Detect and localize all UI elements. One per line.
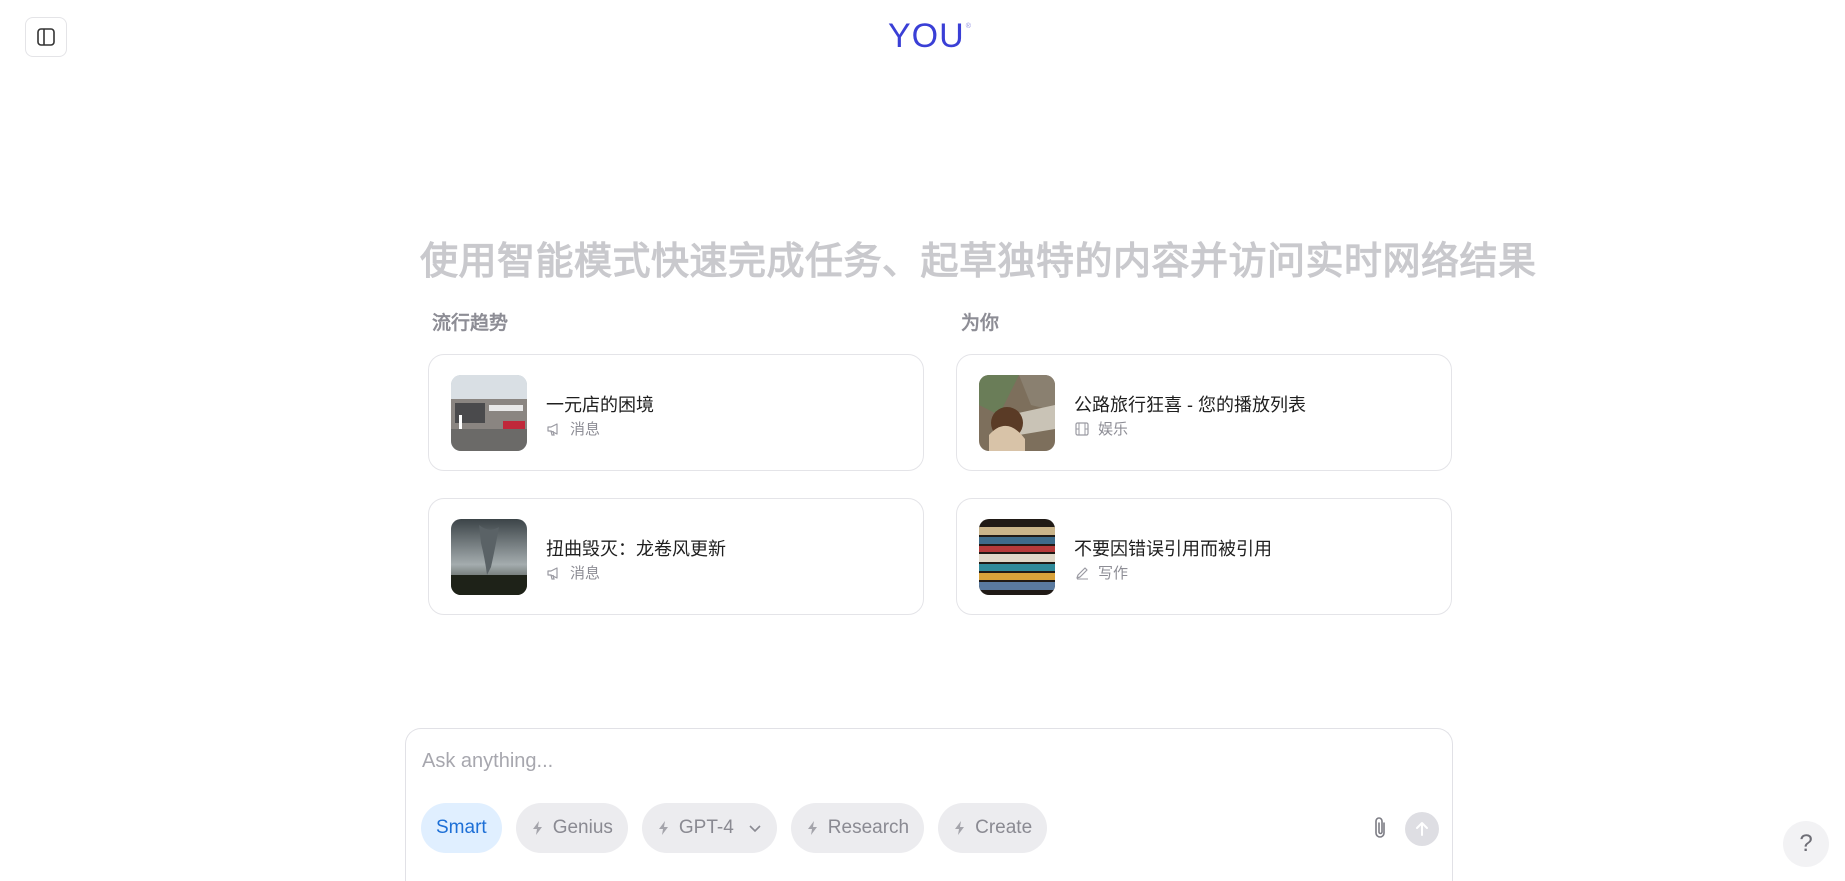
card-category: 消息 — [546, 562, 600, 583]
pencil-icon — [1076, 566, 1088, 579]
ask-input[interactable] — [420, 749, 1324, 774]
mode-label: Create — [975, 817, 1033, 838]
mode-smart-button[interactable]: Smart — [421, 803, 502, 853]
lightning-icon — [532, 821, 542, 835]
chat-composer: Smart Genius GPT-4 Research Create — [405, 728, 1453, 881]
for-you-section-label: 为你 — [961, 313, 1000, 334]
card-category-label: 消息 — [570, 565, 601, 582]
arrow-up-icon — [1416, 822, 1428, 836]
storefront-thumbnail — [451, 375, 527, 451]
mode-gpt4-button[interactable]: GPT-4 — [641, 803, 777, 853]
chevron-down-icon — [749, 825, 761, 833]
mode-create-button[interactable]: Create — [938, 803, 1048, 853]
sidebar-panel-icon — [37, 28, 55, 46]
lightning-icon — [807, 821, 817, 835]
you-logo[interactable]: YOU ® — [888, 17, 971, 55]
card-title: 一元店的困境 — [546, 395, 654, 415]
mode-label: Genius — [552, 817, 613, 838]
sidebar-toggle-button[interactable] — [25, 17, 67, 57]
page: YOU ® 使用智能模式快速完成任务、起草独特的内容并访问实时网络结果 流行趋势… — [0, 0, 1845, 881]
mode-research-button[interactable]: Research — [790, 803, 925, 853]
trending-card[interactable]: 一元店的困境 消息 — [428, 354, 924, 471]
card-title: 扭曲毁灭：龙卷风更新 — [546, 539, 726, 559]
help-label: ? — [1799, 830, 1813, 857]
for-you-card[interactable]: 公路旅行狂喜 - 您的播放列表 娱乐 — [956, 354, 1452, 471]
attach-button[interactable] — [1366, 814, 1394, 842]
mode-label: Research — [827, 817, 910, 838]
card-title: 不要因错误引用而被引用 — [1074, 539, 1272, 559]
help-button[interactable]: ? — [1783, 821, 1829, 867]
card-title: 公路旅行狂喜 - 您的播放列表 — [1074, 395, 1306, 415]
megaphone-icon — [547, 566, 558, 580]
lightning-icon — [955, 821, 965, 835]
for-you-card[interactable]: 不要因错误引用而被引用 写作 — [956, 498, 1452, 615]
trending-card[interactable]: 扭曲毁灭：龙卷风更新 消息 — [428, 498, 924, 615]
card-category: 娱乐 — [1074, 418, 1128, 439]
logo-registered-mark: ® — [965, 23, 971, 30]
card-category: 写作 — [1074, 562, 1128, 583]
mode-label: Smart — [436, 817, 487, 838]
lightning-icon — [658, 821, 668, 835]
page-headline: 使用智能模式快速完成任务、起草独特的内容并访问实时网络结果 — [420, 241, 1537, 283]
paperclip-icon — [1375, 817, 1385, 838]
card-category-label: 写作 — [1098, 565, 1129, 582]
card-category-label: 消息 — [570, 421, 601, 438]
film-icon — [1075, 421, 1089, 436]
logo-text: YOU — [888, 17, 965, 55]
trending-section-label: 流行趋势 — [432, 313, 509, 334]
card-category-label: 娱乐 — [1098, 421, 1129, 438]
mode-selector: Smart Genius GPT-4 Research Create — [421, 803, 1048, 853]
megaphone-icon — [547, 422, 558, 436]
mode-label: GPT-4 — [678, 817, 734, 838]
mode-genius-button[interactable]: Genius — [515, 803, 628, 853]
tornado-thumbnail — [451, 519, 527, 595]
card-category: 消息 — [546, 418, 600, 439]
road-trip-thumbnail — [979, 375, 1055, 451]
send-button[interactable] — [1405, 812, 1439, 846]
books-thumbnail — [979, 519, 1055, 595]
